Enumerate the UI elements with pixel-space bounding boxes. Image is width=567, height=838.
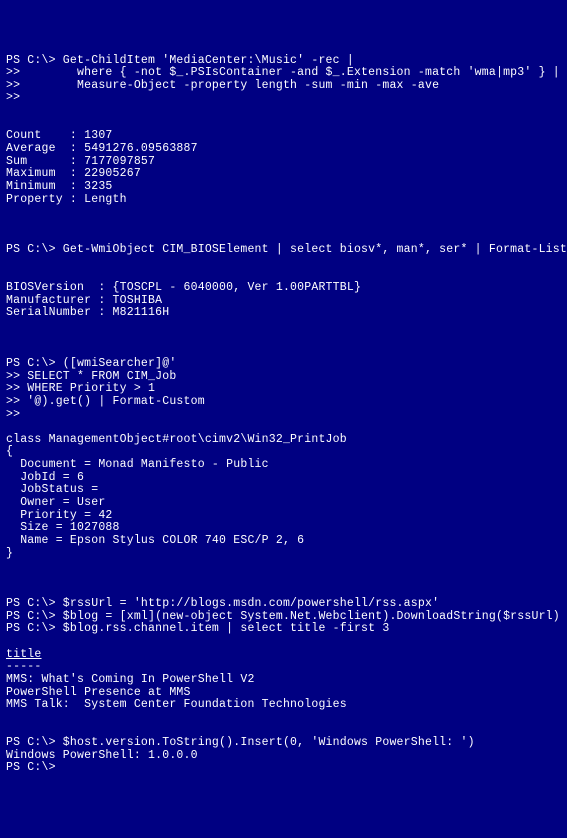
terminal-line: >> Measure-Object -property length -sum … bbox=[6, 80, 561, 93]
terminal-line bbox=[6, 206, 561, 219]
terminal-line bbox=[6, 333, 561, 346]
terminal-line: Minimum : 3235 bbox=[6, 181, 561, 194]
terminal-line: MMS Talk: System Center Foundation Techn… bbox=[6, 699, 561, 712]
terminal-line: SerialNumber : M821116H bbox=[6, 307, 561, 320]
terminal-line: >> '@).get() | Format-Custom bbox=[6, 396, 561, 409]
terminal-line bbox=[6, 257, 561, 270]
terminal-line: >> bbox=[6, 409, 561, 422]
terminal-line bbox=[6, 320, 561, 333]
terminal-line: PowerShell Presence at MMS bbox=[6, 687, 561, 700]
terminal-line: Size = 1027088 bbox=[6, 522, 561, 535]
terminal-line: class ManagementObject#root\cimv2\Win32_… bbox=[6, 434, 561, 447]
terminal-line: PS C:\> Get-WmiObject CIM_BIOSElement | … bbox=[6, 244, 561, 257]
terminal-line bbox=[6, 560, 561, 573]
terminal-line: >> bbox=[6, 92, 561, 105]
terminal-line: BIOSVersion : {TOSCPL - 6040000, Ver 1.0… bbox=[6, 282, 561, 295]
terminal-line bbox=[6, 712, 561, 725]
terminal-line bbox=[6, 105, 561, 118]
terminal-line: PS C:\> $blog.rss.channel.item | select … bbox=[6, 623, 561, 636]
terminal-line: ----- bbox=[6, 661, 561, 674]
terminal-line: >> WHERE Priority > 1 bbox=[6, 383, 561, 396]
terminal-line: Owner = User bbox=[6, 497, 561, 510]
terminal-line: PS C:\> ([wmiSearcher]@' bbox=[6, 358, 561, 371]
terminal-line: Property : Length bbox=[6, 194, 561, 207]
terminal-line: Windows PowerShell: 1.0.0.0 bbox=[6, 750, 561, 763]
terminal-line: MMS: What's Coming In PowerShell V2 bbox=[6, 674, 561, 687]
powershell-terminal[interactable]: PS C:\> Get-ChildItem 'MediaCenter:\Musi… bbox=[6, 55, 561, 776]
terminal-line bbox=[6, 573, 561, 586]
terminal-line: PS C:\> $host.version.ToString().Insert(… bbox=[6, 737, 561, 750]
terminal-line: PS C:\> bbox=[6, 762, 561, 775]
terminal-line: >> where { -not $_.PSIsContainer -and $_… bbox=[6, 67, 561, 80]
terminal-line: } bbox=[6, 548, 561, 561]
terminal-line: Name = Epson Stylus COLOR 740 ESC/P 2, 6 bbox=[6, 535, 561, 548]
terminal-line bbox=[6, 636, 561, 649]
terminal-line: Average : 5491276.09563887 bbox=[6, 143, 561, 156]
terminal-line: PS C:\> $blog = [xml](new-object System.… bbox=[6, 611, 561, 624]
terminal-line bbox=[6, 725, 561, 738]
terminal-line: Document = Monad Manifesto - Public bbox=[6, 459, 561, 472]
terminal-line: title bbox=[6, 649, 561, 662]
terminal-line bbox=[6, 219, 561, 232]
terminal-line: PS C:\> $rssUrl = 'http://blogs.msdn.com… bbox=[6, 598, 561, 611]
terminal-line bbox=[6, 421, 561, 434]
